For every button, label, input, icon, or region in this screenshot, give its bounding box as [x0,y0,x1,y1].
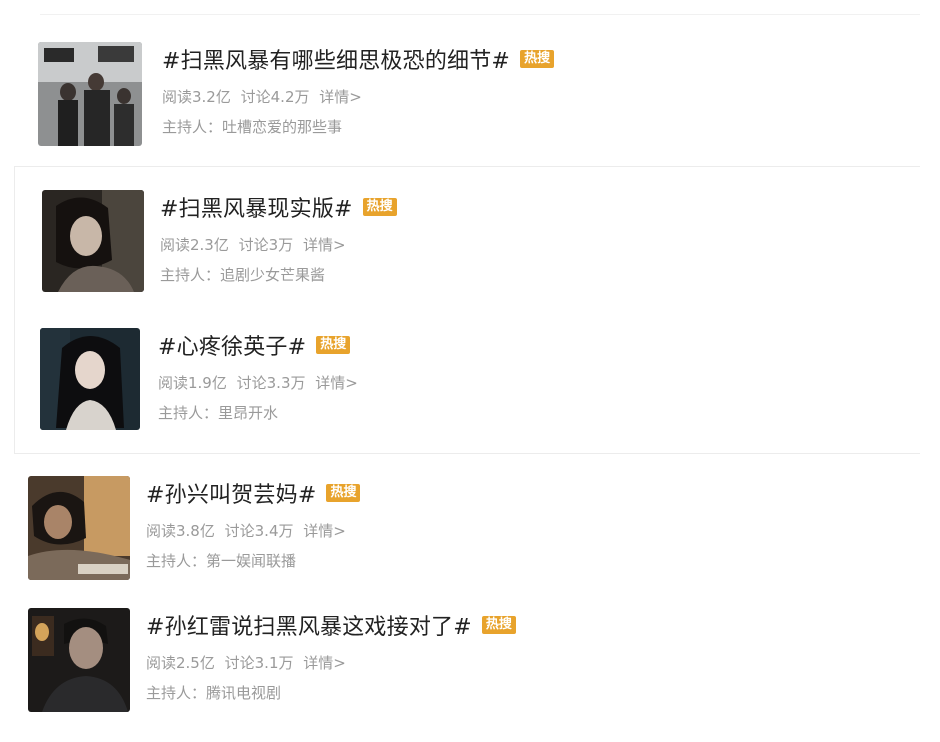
topic-host: 主持人：吐槽恋爱的那些事 [162,116,554,136]
host-label: 主持人： [162,118,223,136]
host-name[interactable]: 第一娱闻联播 [206,552,296,570]
poster-image [38,42,142,146]
host-name[interactable]: 里昂开水 [218,404,278,422]
topic-item[interactable]: #心疼徐英子# 热搜 阅读1.9亿 讨论3.3万 详情> 主持人：里昂开水 [40,328,900,434]
top-divider [40,14,920,15]
poster-image [42,190,144,292]
topic-thumbnail[interactable] [40,328,140,430]
topic-item[interactable]: #扫黑风暴有哪些细思极恐的细节# 热搜 阅读3.2亿 讨论4.2万 详情> 主持… [38,42,918,148]
topic-title[interactable]: #扫黑风暴有哪些细思极恐的细节# [162,43,510,75]
poster-image [28,476,130,580]
host-label: 主持人： [146,684,207,702]
read-count: 阅读2.5亿 [146,654,215,672]
discuss-count: 讨论3.3万 [236,374,306,392]
topic-title[interactable]: #扫黑风暴现实版# [160,191,353,223]
host-label: 主持人： [158,404,219,422]
topic-title[interactable]: #孙兴叫贺芸妈# [146,477,316,509]
hot-badge: 热搜 [316,336,351,354]
detail-link[interactable]: 详情> [319,88,362,106]
discuss-count: 讨论3.4万 [224,522,294,540]
topic-stats: 阅读1.9亿 讨论3.3万 详情> [158,372,363,392]
detail-link[interactable]: 详情> [303,522,346,540]
topic-host: 主持人：腾讯电视剧 [146,682,516,702]
hot-badge: 热搜 [481,616,516,634]
detail-link[interactable]: 详情> [303,654,346,672]
topic-stats: 阅读2.5亿 讨论3.1万 详情> [146,652,516,672]
hot-badge: 热搜 [520,50,555,68]
topic-item[interactable]: #孙兴叫贺芸妈# 热搜 阅读3.8亿 讨论3.4万 详情> 主持人：第一娱闻联播 [28,476,908,582]
read-count: 阅读1.9亿 [158,374,227,392]
read-count: 阅读3.8亿 [146,522,215,540]
topic-thumbnail[interactable] [28,608,130,712]
topic-thumbnail[interactable] [38,42,142,146]
host-name[interactable]: 追剧少女芒果酱 [220,266,325,284]
topic-host: 主持人：里昂开水 [158,402,363,422]
topic-title[interactable]: #孙红雷说扫黑风暴这戏接对了# [146,609,472,641]
topic-thumbnail[interactable] [42,190,144,292]
detail-link[interactable]: 详情> [303,236,346,254]
topic-list-page: #扫黑风暴有哪些细思极恐的细节# 热搜 阅读3.2亿 讨论4.2万 详情> 主持… [0,0,940,742]
hot-badge: 热搜 [362,198,397,216]
host-label: 主持人： [160,266,221,284]
topic-stats: 阅读3.2亿 讨论4.2万 详情> [162,86,554,106]
read-count: 阅读3.2亿 [162,88,231,106]
poster-image [40,328,140,430]
hot-badge: 热搜 [326,484,361,502]
poster-image [28,608,130,712]
discuss-count: 讨论4.2万 [240,88,310,106]
topic-title[interactable]: #心疼徐英子# [158,329,306,361]
topic-stats: 阅读3.8亿 讨论3.4万 详情> [146,520,360,540]
topic-host: 主持人：第一娱闻联播 [146,550,360,570]
topic-thumbnail[interactable] [28,476,130,580]
topic-item[interactable]: #扫黑风暴现实版# 热搜 阅读2.3亿 讨论3万 详情> 主持人：追剧少女芒果酱 [42,190,902,296]
discuss-count: 讨论3.1万 [224,654,294,672]
host-name[interactable]: 腾讯电视剧 [206,684,281,702]
read-count: 阅读2.3亿 [160,236,229,254]
host-name[interactable]: 吐槽恋爱的那些事 [222,118,342,136]
topic-item[interactable]: #孙红雷说扫黑风暴这戏接对了# 热搜 阅读2.5亿 讨论3.1万 详情> 主持人… [28,608,908,714]
detail-link[interactable]: 详情> [315,374,358,392]
topic-stats: 阅读2.3亿 讨论3万 详情> [160,234,397,254]
discuss-count: 讨论3万 [238,236,294,254]
host-label: 主持人： [146,552,207,570]
topic-host: 主持人：追剧少女芒果酱 [160,264,397,284]
